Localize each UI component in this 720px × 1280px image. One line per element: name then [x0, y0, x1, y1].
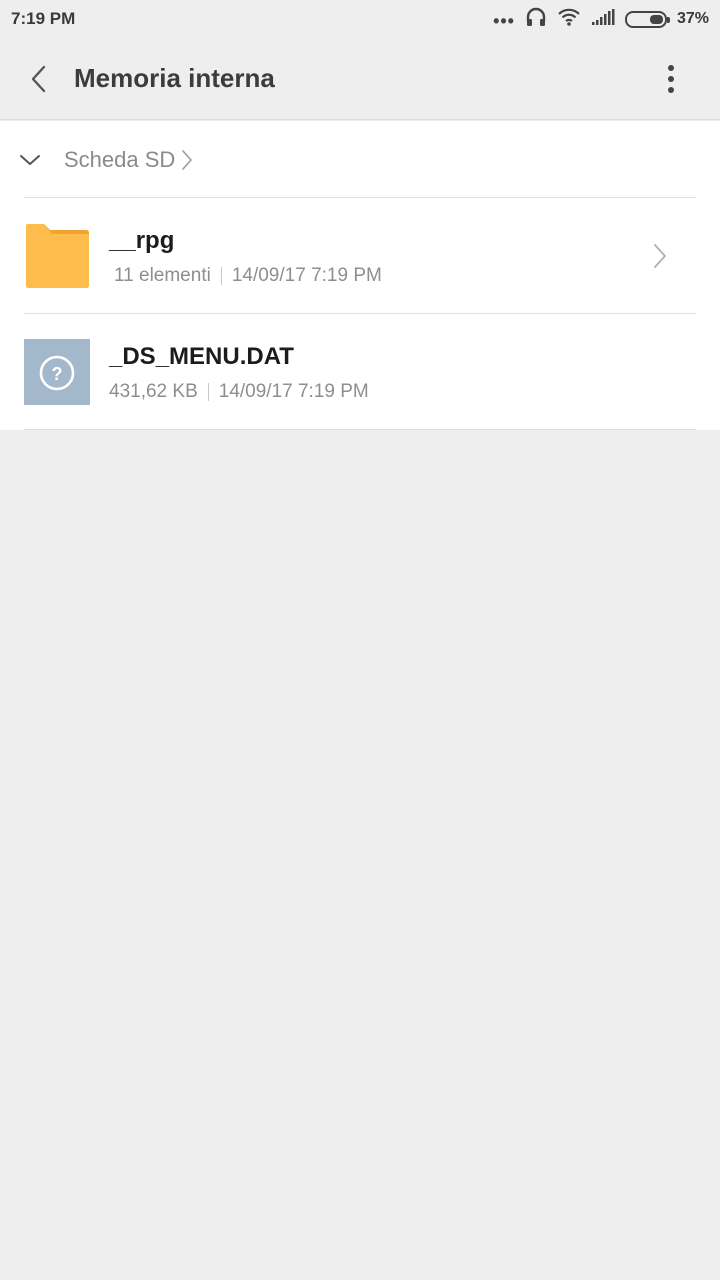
meta-separator	[220, 266, 222, 285]
back-button[interactable]	[10, 49, 70, 109]
svg-text:?: ?	[52, 364, 63, 384]
battery-percent: 37%	[676, 10, 709, 27]
breadcrumb-toggle-button[interactable]	[4, 130, 56, 190]
chevron-left-icon	[31, 65, 46, 92]
battery-fill	[649, 14, 663, 24]
folder-icon	[24, 223, 90, 289]
item-count: 11 elementi	[114, 264, 211, 286]
status-bar: 7:19 PM ••• 37%	[0, 0, 720, 38]
battery-icon	[624, 10, 670, 28]
file-size: 431,62 KB	[109, 380, 198, 402]
wifi-icon	[557, 7, 581, 32]
page-title: Memoria interna	[74, 63, 275, 93]
modified-date: 14/09/17 7:19 PM	[231, 264, 382, 286]
file-list-panel: Scheda SD __rpg 11 elementi 14/09/17 7:1…	[0, 121, 720, 430]
status-time: 7:19 PM	[11, 9, 76, 28]
notification-dots-icon: •••	[493, 11, 515, 31]
breadcrumb: Scheda SD	[0, 121, 720, 198]
file-manager-screen: 7:19 PM ••• 37% Memoria interna Scheda S…	[0, 0, 720, 1280]
chevron-right-icon	[181, 149, 193, 171]
modified-date: 14/09/17 7:19 PM	[218, 380, 369, 402]
divider	[24, 429, 696, 430]
file-meta: 431,62 KB 14/09/17 7:19 PM	[109, 381, 720, 403]
signal-icon	[591, 8, 615, 31]
toolbar: Memoria interna	[0, 38, 720, 120]
headphones-icon	[525, 6, 547, 33]
chevron-down-icon	[20, 154, 40, 165]
more-vertical-icon	[668, 64, 674, 93]
meta-separator	[207, 382, 209, 401]
file-name: __rpg	[109, 226, 175, 254]
list-item-folder[interactable]: __rpg 11 elementi 14/09/17 7:19 PM	[0, 198, 720, 314]
file-meta: 11 elementi 14/09/17 7:19 PM	[109, 265, 640, 287]
breadcrumb-item-scheda-sd[interactable]: Scheda SD	[64, 147, 193, 173]
file-name: _DS_MENU.DAT	[109, 342, 294, 370]
more-options-button[interactable]	[646, 49, 696, 109]
unknown-file-icon: ?	[24, 339, 90, 405]
chevron-right-icon	[640, 236, 680, 276]
list-item-file[interactable]: ? _DS_MENU.DAT 431,62 KB 14/09/17 7:19 P…	[0, 314, 720, 430]
breadcrumb-label: Scheda SD	[64, 146, 176, 172]
status-icons: ••• 37%	[493, 6, 709, 33]
